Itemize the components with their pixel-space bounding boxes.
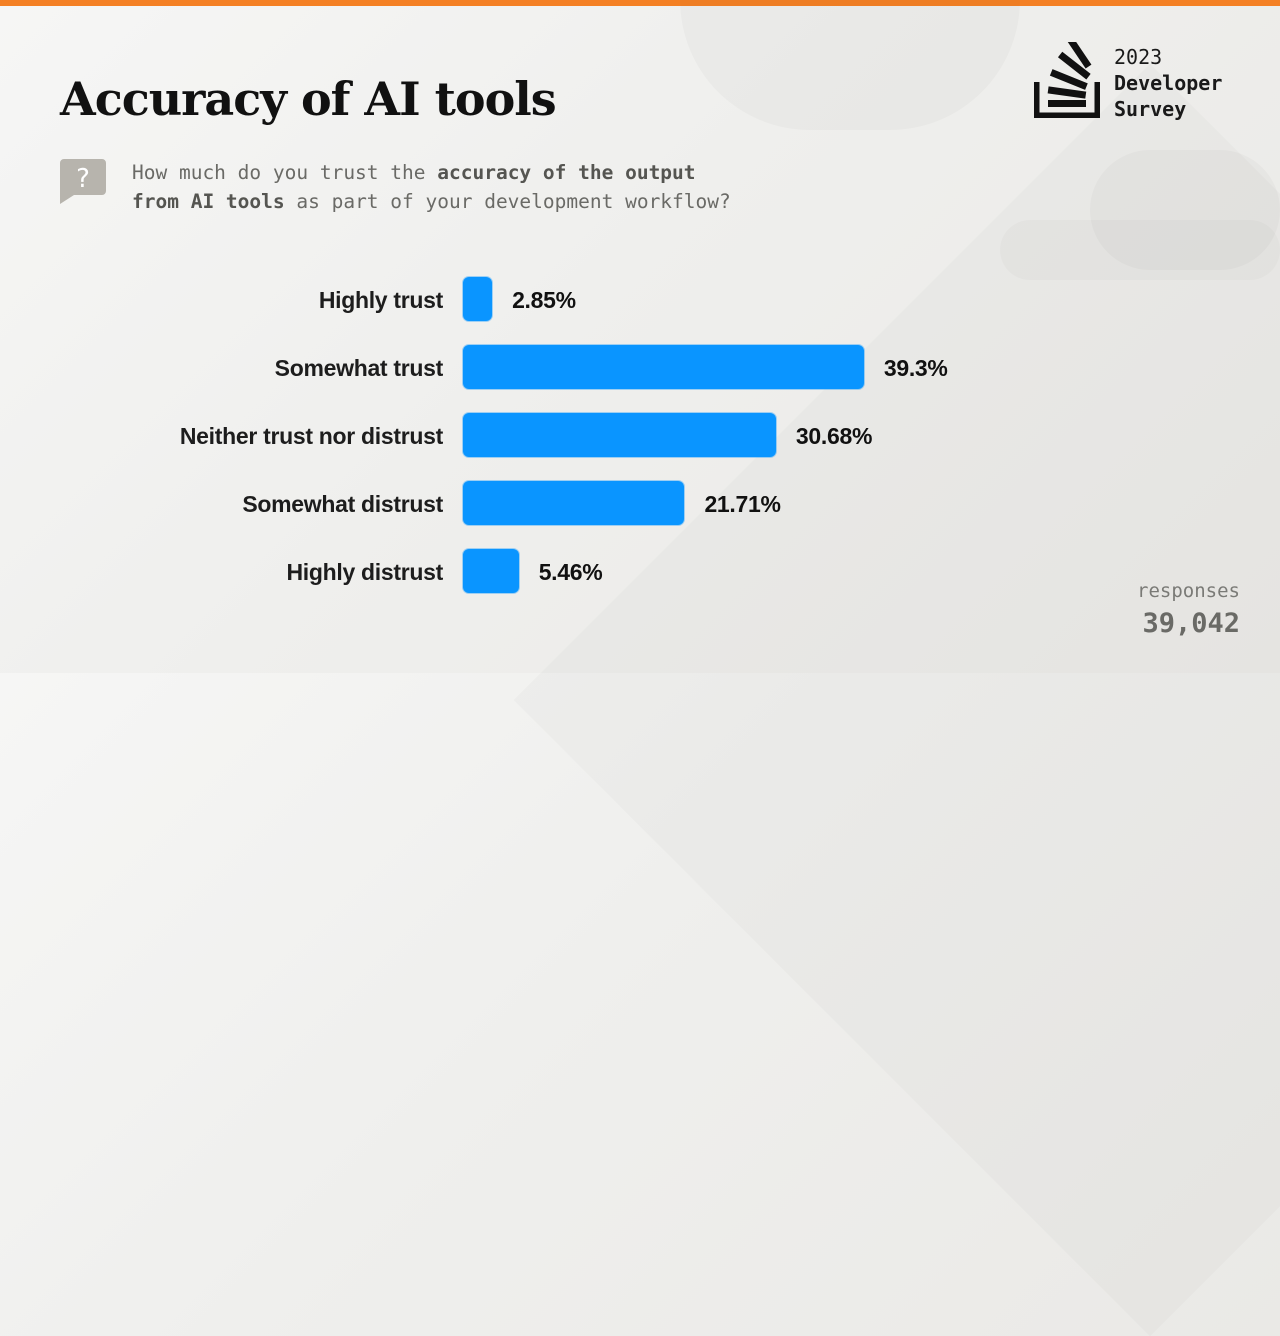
category-label: Highly distrust [286, 559, 443, 585]
bar [463, 549, 519, 593]
bar [463, 277, 493, 321]
category-label: Somewhat distrust [242, 491, 443, 517]
value-label: 30.68% [795, 423, 873, 449]
bar [463, 345, 864, 389]
bar-row: Highly trust 2.85% [0, 277, 1100, 323]
responses-label: responses [1137, 580, 1240, 602]
value-label: 21.71% [704, 491, 781, 517]
value-label: 39.3% [883, 355, 948, 381]
bar [463, 481, 685, 525]
bar [463, 413, 776, 457]
category-label: Highly trust [318, 287, 443, 313]
category-label: Neither trust nor distrust [179, 423, 443, 449]
bar-chart: Highly trust 2.85% Somewhat trust 39.3% Neit… [0, 0, 1280, 673]
value-label: 2.85% [512, 287, 576, 313]
category-label: Somewhat trust [274, 355, 444, 381]
responses-count: 39,042 [1142, 608, 1240, 639]
bar-row: Somewhat distrust 21.71% [0, 481, 1100, 527]
value-label: 5.46% [538, 559, 603, 585]
bar-row: Neither trust nor distrust 30.68% [0, 413, 1100, 459]
bar-row: Somewhat trust 39.3% [0, 345, 1100, 391]
bar-row: Highly distrust 5.46% [0, 549, 1100, 595]
